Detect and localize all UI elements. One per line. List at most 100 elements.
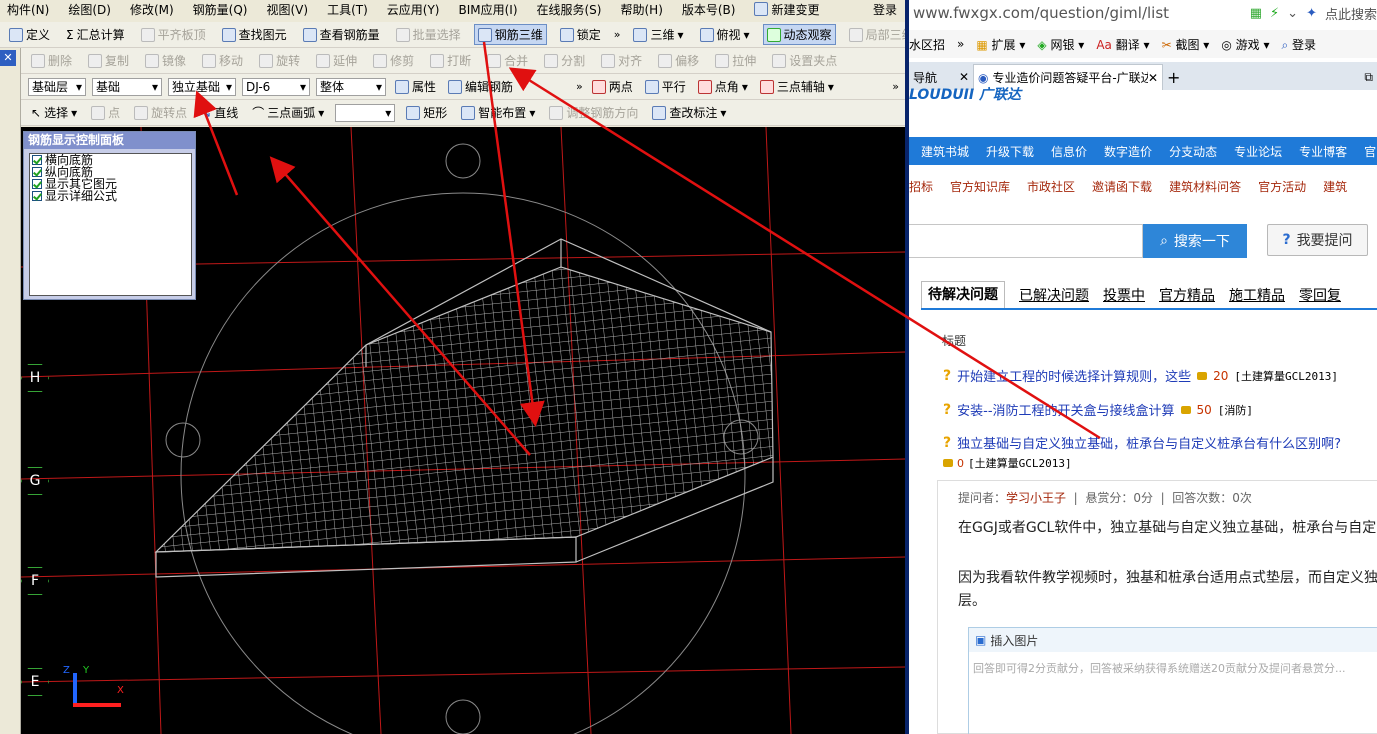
split-button[interactable]: 分割 <box>541 51 588 70</box>
view-rebar-button[interactable]: 查看钢筋量 <box>300 25 383 44</box>
nav-item[interactable]: 建筑书城 <box>921 143 969 160</box>
nav-item[interactable]: 专业博客 <box>1299 143 1347 160</box>
menu-bim[interactable]: BIM应用(I) <box>455 0 520 19</box>
two-points-button[interactable]: 两点 <box>589 77 636 96</box>
question-title[interactable]: 安装--消防工程的开关盒与接线盒计算 <box>957 400 1174 419</box>
close-icon[interactable]: ✕ <box>0 50 16 66</box>
nav-item[interactable]: 信息价 <box>1051 143 1087 160</box>
nav-item[interactable]: 招标 <box>909 178 933 195</box>
tab-list-button[interactable]: ⧉ <box>1360 64 1377 90</box>
fav-games[interactable]: ◎ 游戏 ▾ <box>1221 36 1269 53</box>
nav-item[interactable]: 官 <box>1364 143 1376 160</box>
close-icon[interactable]: ✕ <box>959 70 969 84</box>
scope-select[interactable]: 整体 ▾ <box>316 77 386 96</box>
tab-unsolved[interactable]: 待解决问题 <box>921 281 1005 308</box>
copy-button[interactable]: 复制 <box>85 51 132 70</box>
mirror-button[interactable]: 镜像 <box>142 51 189 70</box>
extend-button[interactable]: 延伸 <box>313 51 360 70</box>
arc-tool[interactable]: ⌒ 三点画弧 ▾ <box>249 103 327 122</box>
overflow-chevron-icon[interactable]: » <box>576 80 583 93</box>
tab-zero-reply[interactable]: 零回复 <box>1299 285 1341 308</box>
menu-rebar-qty[interactable]: 钢筋量(Q) <box>190 0 251 19</box>
search-button[interactable]: ⌕ 搜索一下 <box>1143 224 1247 258</box>
break-button[interactable]: 打断 <box>427 51 474 70</box>
close-icon[interactable]: ✕ <box>1148 71 1158 85</box>
dynamic-view-button[interactable]: 动态观察 <box>762 24 836 45</box>
merge-button[interactable]: 合并 <box>484 51 531 70</box>
arc-option-select[interactable]: ▾ <box>335 103 396 122</box>
category-select[interactable]: 基础 ▾ <box>92 77 162 96</box>
menu-cloud[interactable]: 云应用(Y) <box>384 0 443 19</box>
point-tool[interactable]: 点 <box>88 103 123 122</box>
nav-item[interactable]: 分支动态 <box>1169 143 1217 160</box>
rectangle-tool[interactable]: 矩形 <box>403 103 450 122</box>
address-bar[interactable]: www.fwxgx.com/question/giml/list ▦ ⚡ ⌄ ✦… <box>909 0 1377 26</box>
nav-item[interactable]: 数字造价 <box>1104 143 1152 160</box>
stretch-button[interactable]: 拉伸 <box>712 51 759 70</box>
fav-bank[interactable]: ◈ 网银 ▾ <box>1037 36 1084 53</box>
menu-modify[interactable]: 修改(M) <box>127 0 177 19</box>
fav-login[interactable]: ⌕ 登录 <box>1281 36 1316 53</box>
adjust-rebar-dir-button[interactable]: 调整钢筋方向 <box>546 103 641 122</box>
fav-item[interactable]: 水区招 <box>909 36 945 53</box>
fav-screenshot[interactable]: ✂ 截图 ▾ <box>1162 36 1210 53</box>
nav-item[interactable]: 建筑 <box>1323 178 1347 195</box>
lock-button[interactable]: 锁定 <box>557 25 604 44</box>
question-title[interactable]: 开始建立工程的时候选择计算规则，这些 <box>957 366 1191 385</box>
rotate-button[interactable]: 旋转 <box>256 51 303 70</box>
menu-online[interactable]: 在线服务(S) <box>534 0 605 19</box>
menu-version[interactable]: 版本号(B) <box>679 0 739 19</box>
line-tool[interactable]: ↘ 直线 <box>198 103 241 122</box>
element-type-select[interactable]: 独立基础 ▾ <box>168 77 236 96</box>
nav-item[interactable]: 专业论坛 <box>1234 143 1282 160</box>
checkbox[interactable] <box>32 191 42 201</box>
overflow-chevron-icon[interactable]: » <box>892 80 899 93</box>
nav-item[interactable]: 建筑材料问答 <box>1169 178 1241 195</box>
insert-image-button[interactable]: 插入图片 <box>990 632 1038 649</box>
tab-solved[interactable]: 已解决问题 <box>1019 285 1089 308</box>
answer-editor[interactable]: ▣ 插入图片 回答即可得2分贡献分，回答被采纳获得系统赠送20贡献分及提问者悬赏分… <box>968 627 1377 734</box>
offset-button[interactable]: 偏移 <box>655 51 702 70</box>
element-name-select[interactable]: DJ-6 ▾ <box>242 77 310 96</box>
three-point-axis-button[interactable]: 三点辅轴 ▾ <box>757 77 837 96</box>
ask-question-button[interactable]: ? 我要提问 <box>1267 224 1368 256</box>
overflow-chevron-icon[interactable]: » <box>957 37 964 51</box>
menu-view[interactable]: 视图(V) <box>263 0 311 19</box>
change-label-button[interactable]: 查改标注 ▾ <box>649 103 729 122</box>
nav-item[interactable]: 邀请函下载 <box>1092 178 1152 195</box>
rotate-point-tool[interactable]: 旋转点 <box>131 103 190 122</box>
fav-extension[interactable]: ▦ 扩展 ▾ <box>976 36 1025 53</box>
overflow-chevron-icon[interactable]: » <box>614 28 621 41</box>
trim-button[interactable]: 修剪 <box>370 51 417 70</box>
edit-rebar-button[interactable]: 编辑钢筋 <box>445 77 516 96</box>
delete-button[interactable]: 删除 <box>28 51 75 70</box>
tab-official[interactable]: 官方精品 <box>1159 285 1215 308</box>
properties-button[interactable]: 属性 <box>392 77 439 96</box>
layer-select[interactable]: 基础层 ▾ <box>28 77 86 96</box>
site-search-input[interactable] <box>909 224 1143 258</box>
checkbox[interactable] <box>32 155 42 165</box>
chevron-down-icon[interactable]: ⌄ <box>1287 6 1298 21</box>
nav-item[interactable]: 官方知识库 <box>950 178 1010 195</box>
find-element-button[interactable]: 查找图元 <box>219 25 290 44</box>
smart-layout-button[interactable]: 智能布置 ▾ <box>458 103 538 122</box>
nav-item[interactable]: 升级下载 <box>986 143 1034 160</box>
menu-help[interactable]: 帮助(H) <box>617 0 665 19</box>
align-button[interactable]: 对齐 <box>598 51 645 70</box>
new-change-button[interactable]: 新建变更 <box>751 0 822 19</box>
summary-button[interactable]: Σ 汇总计算 <box>63 25 128 44</box>
view-3d-dropdown[interactable]: 三维 ▾ <box>630 25 686 44</box>
qr-icon[interactable]: ▦ <box>1250 6 1262 21</box>
move-button[interactable]: 移动 <box>199 51 246 70</box>
local-3d-button[interactable]: 局部三维 <box>846 25 905 44</box>
parallel-button[interactable]: 平行 <box>642 77 689 96</box>
define-button[interactable]: 定义 <box>6 25 53 44</box>
lightning-icon[interactable]: ⚡ <box>1270 6 1279 21</box>
set-grip-button[interactable]: 设置夹点 <box>769 51 840 70</box>
nav-item[interactable]: 官方活动 <box>1258 178 1306 195</box>
select-tool[interactable]: ↖ 选择 ▾ <box>28 103 80 122</box>
menu-tools[interactable]: 工具(T) <box>324 0 371 19</box>
top-view-dropdown[interactable]: 俯视 ▾ <box>697 25 753 44</box>
login-link[interactable]: 登录 <box>873 1 897 18</box>
checkbox[interactable] <box>32 167 42 177</box>
